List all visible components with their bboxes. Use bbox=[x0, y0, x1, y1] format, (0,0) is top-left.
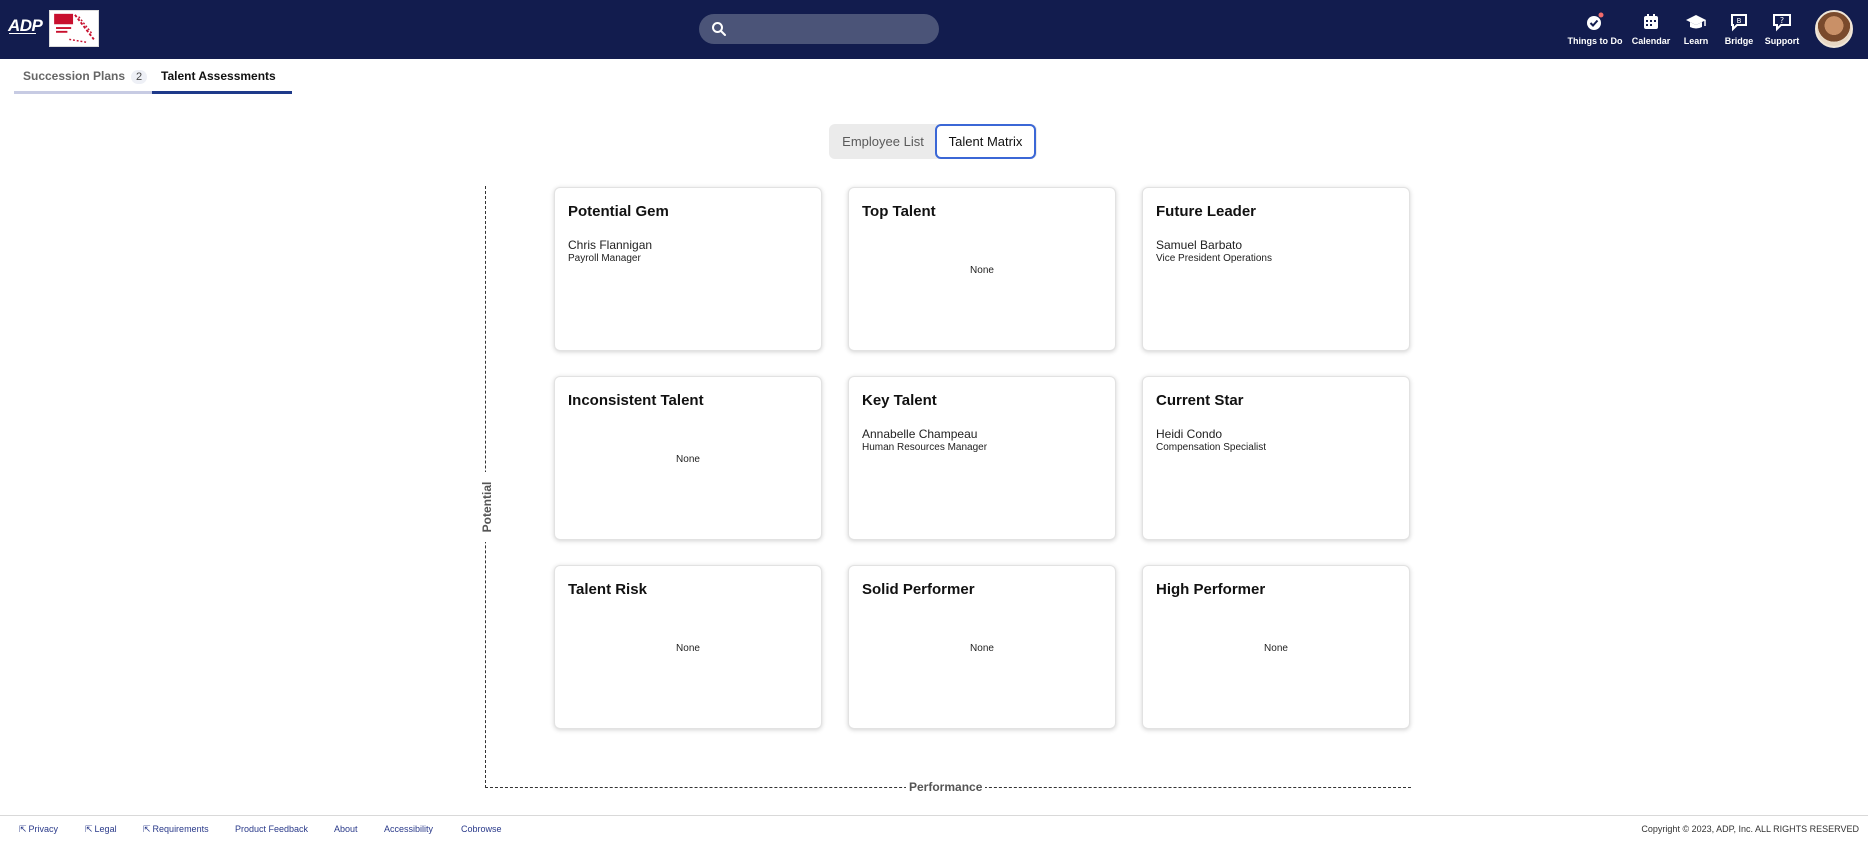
matrix-cell-title: Top Talent bbox=[862, 203, 936, 220]
potential-axis-label: Potential bbox=[480, 472, 494, 542]
empty-cell-text: None bbox=[676, 454, 700, 465]
employee-entry[interactable]: Samuel Barbato Vice President Operations bbox=[1156, 238, 1272, 264]
external-link-icon: ⇱ bbox=[143, 824, 151, 834]
view-toggle: Employee List Talent Matrix bbox=[829, 124, 1037, 159]
top-navigation-bar: ADP Things to Do Calendar Learn B Bridge… bbox=[0, 0, 1868, 59]
nav-things-to-do[interactable]: Things to Do bbox=[1565, 11, 1625, 46]
matrix-cell-title: Talent Risk bbox=[568, 581, 647, 598]
performance-axis-label: Performance bbox=[906, 780, 986, 794]
user-avatar[interactable] bbox=[1815, 10, 1853, 48]
footer-link-about[interactable]: About bbox=[334, 824, 358, 834]
graduation-cap-icon bbox=[1686, 15, 1706, 29]
tab-succession-plans-label: Succession Plans bbox=[23, 69, 126, 83]
employee-role: Human Resources Manager bbox=[862, 442, 988, 453]
employee-name: Chris Flannigan bbox=[568, 238, 653, 252]
svg-text:B: B bbox=[1737, 17, 1742, 25]
employee-role: Vice President Operations bbox=[1156, 253, 1272, 264]
employee-entry[interactable]: Heidi Condo Compensation Specialist bbox=[1156, 427, 1266, 453]
empty-cell-text: None bbox=[970, 265, 994, 276]
footer-link-privacy[interactable]: ⇱ Privacy bbox=[19, 824, 58, 835]
matrix-cell-top-talent[interactable]: Top Talent None bbox=[848, 187, 1116, 351]
tab-talent-assessments-label: Talent Assessments bbox=[161, 69, 276, 83]
employee-name: Heidi Condo bbox=[1156, 427, 1223, 441]
footer-link-accessibility[interactable]: Accessibility bbox=[384, 824, 433, 834]
talent-matrix-toggle-button[interactable]: Talent Matrix bbox=[935, 124, 1036, 159]
matrix-cell-title: Potential Gem bbox=[568, 203, 669, 220]
search-icon bbox=[712, 22, 726, 36]
global-search-input[interactable] bbox=[699, 14, 939, 44]
footer-link-legal[interactable]: ⇱ Legal bbox=[85, 824, 117, 835]
matrix-cell-current-star[interactable]: Current Star Heidi Condo Compensation Spec… bbox=[1142, 376, 1410, 540]
tab-talent-assessments[interactable]: Talent Assessments bbox=[152, 59, 292, 94]
footer-link-product-feedback[interactable]: Product Feedback bbox=[235, 824, 308, 834]
calendar-icon bbox=[1644, 14, 1658, 29]
nav-support[interactable]: ? Support bbox=[1752, 11, 1812, 46]
matrix-cell-title: Key Talent bbox=[862, 392, 937, 409]
matrix-cell-inconsistent-talent[interactable]: Inconsistent Talent None bbox=[554, 376, 822, 540]
succession-plans-count-badge: 2 bbox=[131, 70, 148, 84]
external-link-icon: ⇱ bbox=[85, 824, 93, 834]
employee-entry[interactable]: Chris Flannigan Payroll Manager bbox=[568, 238, 652, 264]
matrix-cell-future-leader[interactable]: Future Leader Samuel Barbato Vice Presiden… bbox=[1142, 187, 1410, 351]
matrix-cell-title: Inconsistent Talent bbox=[568, 392, 704, 409]
matrix-cell-title: Current Star bbox=[1156, 392, 1244, 409]
matrix-cell-title: High Performer bbox=[1156, 581, 1266, 598]
employee-list-toggle-button[interactable]: Employee List bbox=[829, 124, 937, 159]
empty-cell-text: None bbox=[970, 643, 994, 654]
empty-cell-text: None bbox=[1264, 643, 1288, 654]
employee-name: Samuel Barbato bbox=[1156, 238, 1243, 252]
empty-cell-text: None bbox=[676, 643, 700, 654]
company-logo bbox=[49, 10, 99, 47]
matrix-cell-solid-performer[interactable]: Solid Performer None bbox=[848, 565, 1116, 729]
footer: ⇱ Privacy ⇱ Legal ⇱ Requirements Product Fe… bbox=[0, 815, 1868, 841]
employee-entry[interactable]: Annabelle Champeau Human Resources Manage… bbox=[862, 427, 987, 453]
check-badge-icon bbox=[1587, 12, 1604, 30]
copyright-text: Copyright © 2023, ADP, Inc. ALL RIGHTS R… bbox=[1641, 824, 1859, 834]
employee-role: Payroll Manager bbox=[568, 253, 641, 264]
matrix-cell-talent-risk[interactable]: Talent Risk None bbox=[554, 565, 822, 729]
svg-text:?: ? bbox=[1780, 16, 1784, 25]
employee-role: Compensation Specialist bbox=[1156, 442, 1267, 453]
footer-link-legal-label: Legal bbox=[94, 824, 117, 834]
matrix-cell-title: Future Leader bbox=[1156, 203, 1257, 220]
footer-link-requirements-label: Requirements bbox=[152, 824, 209, 834]
nav-things-to-do-label: Things to Do bbox=[1567, 36, 1623, 46]
adp-logo-underline bbox=[9, 33, 36, 34]
footer-link-privacy-label: Privacy bbox=[28, 824, 59, 834]
footer-link-requirements[interactable]: ⇱ Requirements bbox=[143, 824, 209, 835]
company-logo-graphic bbox=[54, 13, 95, 43]
employee-name: Annabelle Champeau bbox=[862, 427, 978, 441]
chat-bridge-icon: B bbox=[1731, 14, 1747, 32]
matrix-cell-key-talent[interactable]: Key Talent Annabelle Champeau Human Resour… bbox=[848, 376, 1116, 540]
matrix-cell-potential-gem[interactable]: Potential Gem Chris Flannigan Payroll Mana… bbox=[554, 187, 822, 351]
support-chat-icon: ? bbox=[1773, 14, 1791, 32]
nav-support-label: Support bbox=[1764, 36, 1800, 46]
footer-link-cobrowse[interactable]: Cobrowse bbox=[461, 824, 502, 834]
matrix-cell-title: Solid Performer bbox=[862, 581, 975, 598]
tab-succession-plans[interactable]: Succession Plans 2 bbox=[14, 59, 152, 94]
potential-axis-label-container: Potential bbox=[470, 472, 500, 545]
matrix-cell-high-performer[interactable]: High Performer None bbox=[1142, 565, 1410, 729]
external-link-icon: ⇱ bbox=[19, 824, 27, 834]
